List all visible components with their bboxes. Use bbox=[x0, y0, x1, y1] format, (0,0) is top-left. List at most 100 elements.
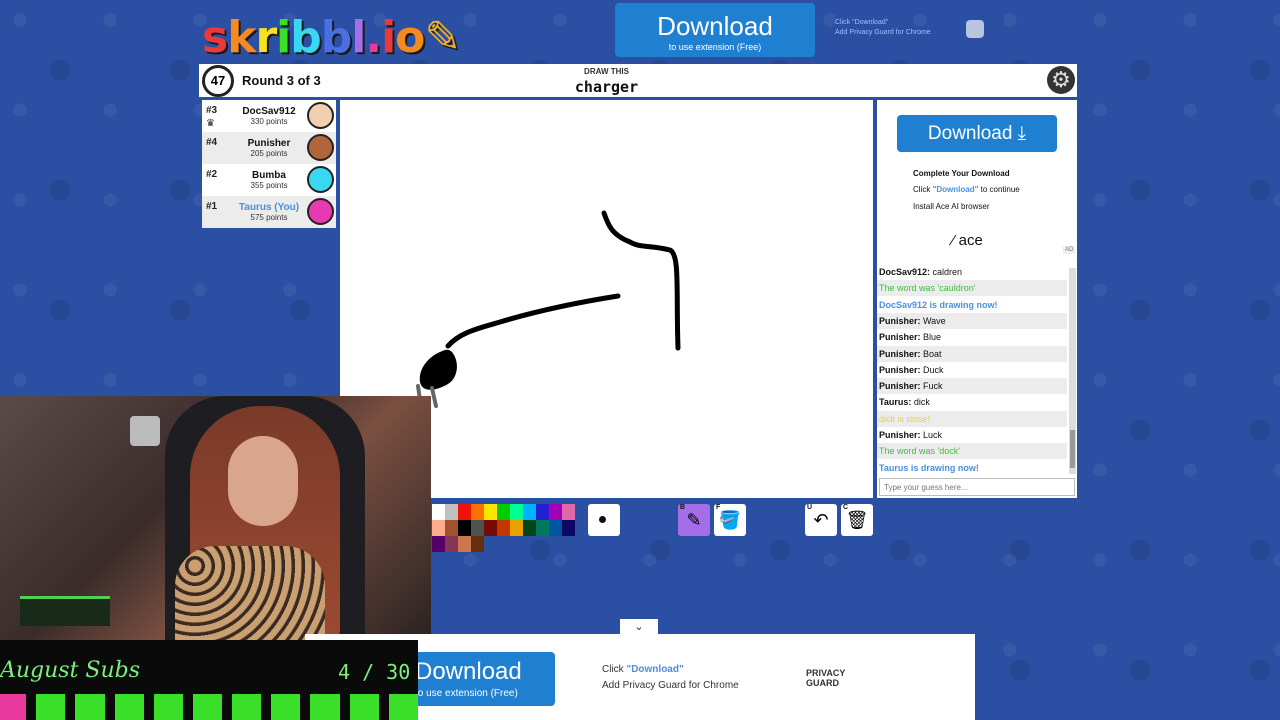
chat-message: Punisher: Fuck bbox=[877, 378, 1067, 395]
top-ad-download-button[interactable]: Download to use extension (Free) bbox=[615, 3, 815, 57]
chat-text: dick is close! bbox=[879, 413, 931, 424]
chat-text: caldren bbox=[930, 267, 963, 277]
color-swatch[interactable] bbox=[497, 520, 510, 536]
guess-input[interactable] bbox=[879, 478, 1075, 496]
right-ad-click-prefix: Click bbox=[913, 185, 933, 194]
right-ad-click-link[interactable]: "Download" bbox=[933, 185, 979, 194]
chat-user: Punisher: bbox=[879, 364, 921, 375]
chat-message: DocSav912: caldren bbox=[877, 264, 1067, 280]
chat-text: Boat bbox=[920, 348, 942, 359]
color-swatch[interactable] bbox=[432, 520, 445, 536]
brush-size-button[interactable] bbox=[588, 504, 620, 536]
fill-bucket-icon: 🪣 bbox=[718, 510, 742, 530]
timer-clock-icon: 47 bbox=[202, 65, 234, 97]
chat-text: DocSav912 is drawing now! bbox=[879, 299, 998, 310]
chat-user: DocSav912: bbox=[879, 267, 931, 277]
chat-text: Blue bbox=[920, 332, 942, 343]
color-swatch[interactable] bbox=[471, 504, 484, 520]
pencil-icon: ✎ bbox=[686, 510, 702, 530]
chat-user: Punisher: bbox=[879, 315, 921, 326]
bottom-ad-download-label: Download bbox=[415, 658, 522, 685]
chat-message: Punisher: Luck bbox=[877, 427, 1067, 443]
color-swatch[interactable] bbox=[458, 536, 471, 552]
color-swatch[interactable] bbox=[562, 520, 575, 536]
bottom-ad-click-text: Click "Download" bbox=[602, 664, 684, 675]
skribbl-logo[interactable]: skribbl.io✎ bbox=[202, 12, 461, 63]
right-ad-download-button[interactable]: Download ⤓ bbox=[897, 115, 1057, 152]
logo-letter: ✎ bbox=[424, 12, 461, 63]
top-ad-download-label: Download bbox=[657, 11, 773, 41]
color-swatch[interactable] bbox=[562, 504, 575, 520]
color-swatch[interactable] bbox=[432, 536, 445, 552]
sub-goal-cell bbox=[192, 694, 223, 720]
logo-letter: s bbox=[202, 12, 228, 63]
player-points: 205 points bbox=[250, 149, 288, 158]
chevron-down-icon[interactable]: ⌄ bbox=[620, 619, 658, 635]
color-swatch[interactable] bbox=[510, 520, 523, 536]
chat-text: Taurus is drawing now! bbox=[879, 462, 979, 473]
chat-user: Punisher: bbox=[879, 332, 921, 343]
clear-button[interactable]: C 🗑 bbox=[841, 504, 873, 536]
color-swatch[interactable] bbox=[484, 504, 497, 520]
color-swatch[interactable] bbox=[471, 536, 484, 552]
webcam-streamer-shirt bbox=[175, 546, 325, 640]
color-swatch[interactable] bbox=[497, 504, 510, 520]
player-row[interactable]: #2 Bumba 355 points bbox=[202, 164, 336, 196]
draw-this-label: DRAW THIS bbox=[584, 67, 629, 76]
color-swatch[interactable] bbox=[471, 520, 484, 536]
color-swatch[interactable] bbox=[484, 520, 497, 536]
sub-goal-cell bbox=[0, 694, 27, 720]
player-row[interactable]: #4 Punisher 205 points bbox=[202, 132, 336, 164]
color-swatch[interactable] bbox=[549, 520, 562, 536]
color-swatch[interactable] bbox=[536, 520, 549, 536]
color-swatch[interactable] bbox=[458, 520, 471, 536]
right-ad-click-text: Click "Download" to continue bbox=[913, 185, 1020, 194]
logo-letter: i bbox=[381, 12, 396, 63]
undo-button[interactable]: U ↶ bbox=[805, 504, 837, 536]
chat-message: Punisher: Wave bbox=[877, 312, 1067, 329]
player-avatar bbox=[307, 134, 334, 161]
chat-text: The word was 'dock' bbox=[879, 446, 960, 457]
color-swatch[interactable] bbox=[445, 520, 458, 536]
player-name: DocSav912 bbox=[242, 106, 296, 117]
color-swatch[interactable] bbox=[549, 504, 562, 520]
color-swatch[interactable] bbox=[458, 504, 471, 520]
privacy-guard-brand: PRIVACY GUARD bbox=[806, 668, 845, 688]
chat-message: DocSav912 is drawing now! bbox=[877, 297, 1067, 313]
player-name: Bumba bbox=[252, 170, 286, 181]
color-swatch[interactable] bbox=[523, 520, 536, 536]
logo-letter: o bbox=[395, 12, 425, 63]
color-swatch[interactable] bbox=[523, 504, 536, 520]
player-points: 355 points bbox=[250, 181, 288, 190]
bottom-ad-download-button[interactable]: Download to use extension (Free) bbox=[408, 652, 555, 706]
color-swatch[interactable] bbox=[445, 536, 458, 552]
chat-text: dick bbox=[911, 397, 930, 408]
chat-message: Punisher: Boat bbox=[877, 345, 1067, 362]
webcam-overlay bbox=[0, 396, 431, 640]
chat-scrollbar-thumb[interactable] bbox=[1070, 430, 1075, 468]
color-palette bbox=[432, 504, 584, 552]
chat-message: Taurus: dick bbox=[877, 394, 1067, 410]
top-ad-privacy-guard-logo bbox=[966, 20, 1026, 40]
chat-message: Punisher: Blue bbox=[877, 329, 1067, 345]
webcam-keyboard bbox=[20, 596, 110, 626]
player-rank: #2 bbox=[206, 169, 218, 180]
color-swatch[interactable] bbox=[432, 504, 445, 520]
settings-gear-icon[interactable]: ⚙ bbox=[1047, 66, 1075, 94]
player-row[interactable]: #3 ♛ DocSav912 330 points bbox=[202, 100, 336, 132]
sub-goal-cell bbox=[310, 694, 340, 720]
pen-tool-button[interactable]: B ✎ bbox=[678, 504, 710, 536]
chat-text: Luck bbox=[920, 430, 943, 440]
sub-goal-cell bbox=[114, 694, 144, 720]
fill-tool-button[interactable]: F 🪣 bbox=[714, 504, 746, 536]
color-swatch[interactable] bbox=[445, 504, 458, 520]
ad-label: AD bbox=[1063, 246, 1076, 254]
undo-shortcut-key: U bbox=[807, 504, 813, 511]
chat-text: The word was 'cauldron' bbox=[879, 283, 976, 294]
color-swatch[interactable] bbox=[510, 504, 523, 520]
player-name: Taurus (You) bbox=[238, 202, 300, 213]
color-swatch[interactable] bbox=[536, 504, 549, 520]
sub-goal-cell bbox=[349, 694, 379, 720]
player-row[interactable]: #1 Taurus (You) 575 points bbox=[202, 196, 336, 228]
bottom-ad-click-link[interactable]: "Download" bbox=[626, 664, 683, 675]
